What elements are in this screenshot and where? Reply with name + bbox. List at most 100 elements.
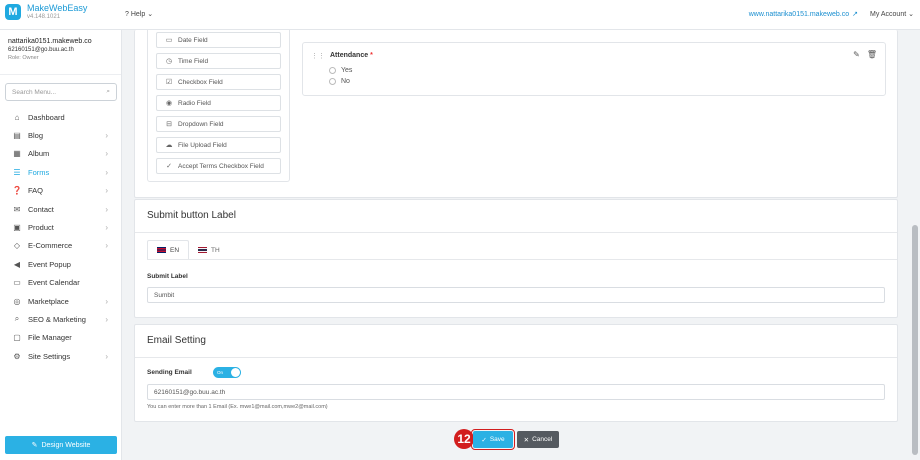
home-icon: ⌂: [14, 112, 20, 122]
close-icon: ✕: [523, 436, 530, 444]
sidebar-item-album[interactable]: ▦ Album ›: [0, 145, 122, 163]
sidebar-item-label: Site Settings: [28, 351, 71, 361]
user-info: nattarika0151.makeweb.co 62160151@go.buu…: [0, 30, 121, 75]
search-input[interactable]: Search Menu... ⌕: [5, 83, 117, 101]
chevron-down-icon: ⌄: [147, 11, 154, 18]
design-website-button[interactable]: ✎ Design Website: [5, 436, 117, 454]
search-icon: ⌕: [106, 88, 110, 95]
field-label: Attendance *: [330, 52, 373, 59]
app-logo[interactable]: M MakeWebEasy v4.148.1021: [5, 3, 88, 21]
field-type-label: Checkbox Field: [178, 78, 223, 86]
trash-icon[interactable]: 🗑: [867, 50, 877, 59]
faq-icon: ❓: [12, 186, 22, 196]
chevron-right-icon: ›: [105, 314, 108, 324]
tab-label: TH: [211, 246, 220, 254]
user-name: nattarika0151.makeweb.co: [8, 38, 92, 45]
section-title: Submit button Label: [147, 210, 236, 221]
sidebar-item-file-manager[interactable]: ▢ File Manager: [0, 329, 122, 347]
submit-label-input[interactable]: Sumbit: [147, 287, 885, 303]
field-type-label: Dropdown Field: [178, 120, 224, 128]
album-icon: ▦: [13, 149, 21, 159]
sidebar-item-event-popup[interactable]: ◀ Event Popup: [0, 255, 122, 273]
thai-flag-icon: [198, 247, 208, 253]
tab-label: EN: [170, 246, 180, 254]
email-setting-card: Email Setting Sending Email On 62160151@…: [134, 324, 898, 422]
sidebar-item-label: FAQ: [28, 186, 44, 196]
help-label: Help: [130, 11, 146, 18]
sidebar-item-marketplace[interactable]: ◎ Marketplace ›: [0, 292, 122, 310]
sidebar-item-label: Event Calendar: [28, 278, 80, 288]
chevron-right-icon: ›: [105, 186, 108, 196]
radio-circle-icon: [329, 78, 336, 85]
radio-option-label: No: [341, 78, 350, 85]
account-label: My Account: [869, 11, 907, 18]
email-field[interactable]: 62160151@go.buu.ac.th: [147, 384, 885, 400]
scrollbar[interactable]: [912, 225, 918, 455]
help-menu[interactable]: ? Help ⌄: [125, 10, 153, 18]
sidebar-item-label: Marketplace: [28, 296, 69, 306]
radio-option[interactable]: Yes: [329, 67, 352, 74]
field-type-button[interactable]: ▭ Date Field: [156, 32, 281, 48]
sidebar-item-label: Event Popup: [28, 259, 71, 269]
toggle-knob: [231, 368, 240, 377]
top-bar: M MakeWebEasy v4.148.1021 ? Help ⌄ www.n…: [0, 0, 920, 30]
calendar-icon: ▭: [13, 278, 21, 288]
tab-th[interactable]: TH: [189, 240, 229, 260]
drag-handle-icon[interactable]: ⋮⋮: [311, 52, 325, 60]
sidebar-item-product[interactable]: ▣ Product ›: [0, 218, 122, 236]
sidebar-item-e-commerce[interactable]: ◇ E-Commerce ›: [0, 237, 122, 255]
radio-circle-icon: [329, 67, 336, 74]
field-type-label: File Upload Field: [178, 141, 227, 149]
tab-en[interactable]: EN: [147, 240, 190, 260]
chevron-right-icon: ›: [105, 149, 108, 159]
blog-icon: ▤: [13, 131, 21, 141]
check-icon: ✓: [166, 163, 172, 170]
check-icon: ✓: [481, 436, 487, 444]
field-type-button[interactable]: ✓ Accept Terms Checkbox Field: [156, 158, 281, 174]
uk-flag-icon: [157, 247, 166, 253]
sidebar-item-contact[interactable]: ✉ Contact ›: [0, 200, 122, 218]
field-type-button[interactable]: ◉ Radio Field: [156, 95, 281, 111]
site-link[interactable]: www.nattarika0151.makeweb.co ↗: [748, 10, 858, 19]
sidebar-item-blog[interactable]: ▤ Blog ›: [0, 126, 122, 144]
sidebar-item-label: Contact: [28, 204, 54, 214]
form-field-preview[interactable]: ⋮⋮ Attendance * Yes No ✎ 🗑: [302, 42, 886, 96]
chevron-right-icon: ›: [105, 223, 108, 233]
sidebar-item-dashboard[interactable]: ⌂ Dashboard: [0, 108, 122, 126]
field-type-button[interactable]: ◷ Time Field: [156, 53, 281, 69]
radio-icon: ◉: [165, 100, 173, 107]
sidebar-item-label: Blog: [28, 131, 44, 141]
section-title: Email Setting: [147, 335, 206, 346]
field-type-button[interactable]: ☑ Checkbox Field: [156, 74, 281, 90]
sidebar-item-site-settings[interactable]: ⚙ Site Settings ›: [0, 347, 122, 365]
clock-icon: ◷: [165, 58, 173, 65]
required-mark: *: [370, 52, 373, 59]
sidebar-item-faq[interactable]: ❓ FAQ ›: [0, 182, 122, 200]
site-url: www.nattarika0151.makeweb.co: [748, 10, 850, 18]
pencil-icon: ✎: [31, 442, 38, 449]
radio-option[interactable]: No: [329, 78, 350, 85]
cancel-button[interactable]: ✕ Cancel: [517, 431, 559, 448]
app-name: MakeWebEasy: [27, 3, 88, 13]
sending-email-toggle[interactable]: On: [213, 367, 241, 378]
account-menu[interactable]: My Account ⌄: [870, 10, 914, 18]
field-type-button[interactable]: ⊟ Dropdown Field: [156, 116, 281, 132]
sending-email-label: Sending Email: [147, 369, 192, 376]
logo-icon: M: [5, 4, 21, 21]
design-website-label: Design Website: [41, 441, 91, 449]
field-type-button[interactable]: ☁ File Upload Field: [156, 137, 281, 153]
sidebar-item-forms[interactable]: ☰ Forms ›: [0, 163, 122, 181]
sidebar: nattarika0151.makeweb.co 62160151@go.buu…: [0, 30, 122, 460]
sidebar-menu: ⌂ Dashboard ▤ Blog › ▦ Album › ☰ Forms › ❓ FAQ › ✉ Cont…: [0, 108, 122, 365]
sidebar-item-event-calendar[interactable]: ▭ Event Calendar: [0, 274, 122, 292]
edit-icon[interactable]: ✎: [853, 50, 860, 59]
sidebar-item-seo-marketing[interactable]: ⌕ SEO & Marketing ›: [0, 310, 122, 328]
sidebar-item-label: Dashboard: [28, 112, 65, 122]
checkbox-icon: ☑: [165, 79, 173, 86]
email-value: 62160151@go.buu.ac.th: [154, 388, 226, 396]
tag-icon: ◇: [13, 241, 21, 251]
seo-icon: ⌕: [14, 314, 20, 324]
save-button[interactable]: ✓ Save: [471, 429, 515, 450]
sidebar-item-label: E-Commerce: [28, 241, 73, 251]
sidebar-item-label: Album: [28, 149, 50, 159]
